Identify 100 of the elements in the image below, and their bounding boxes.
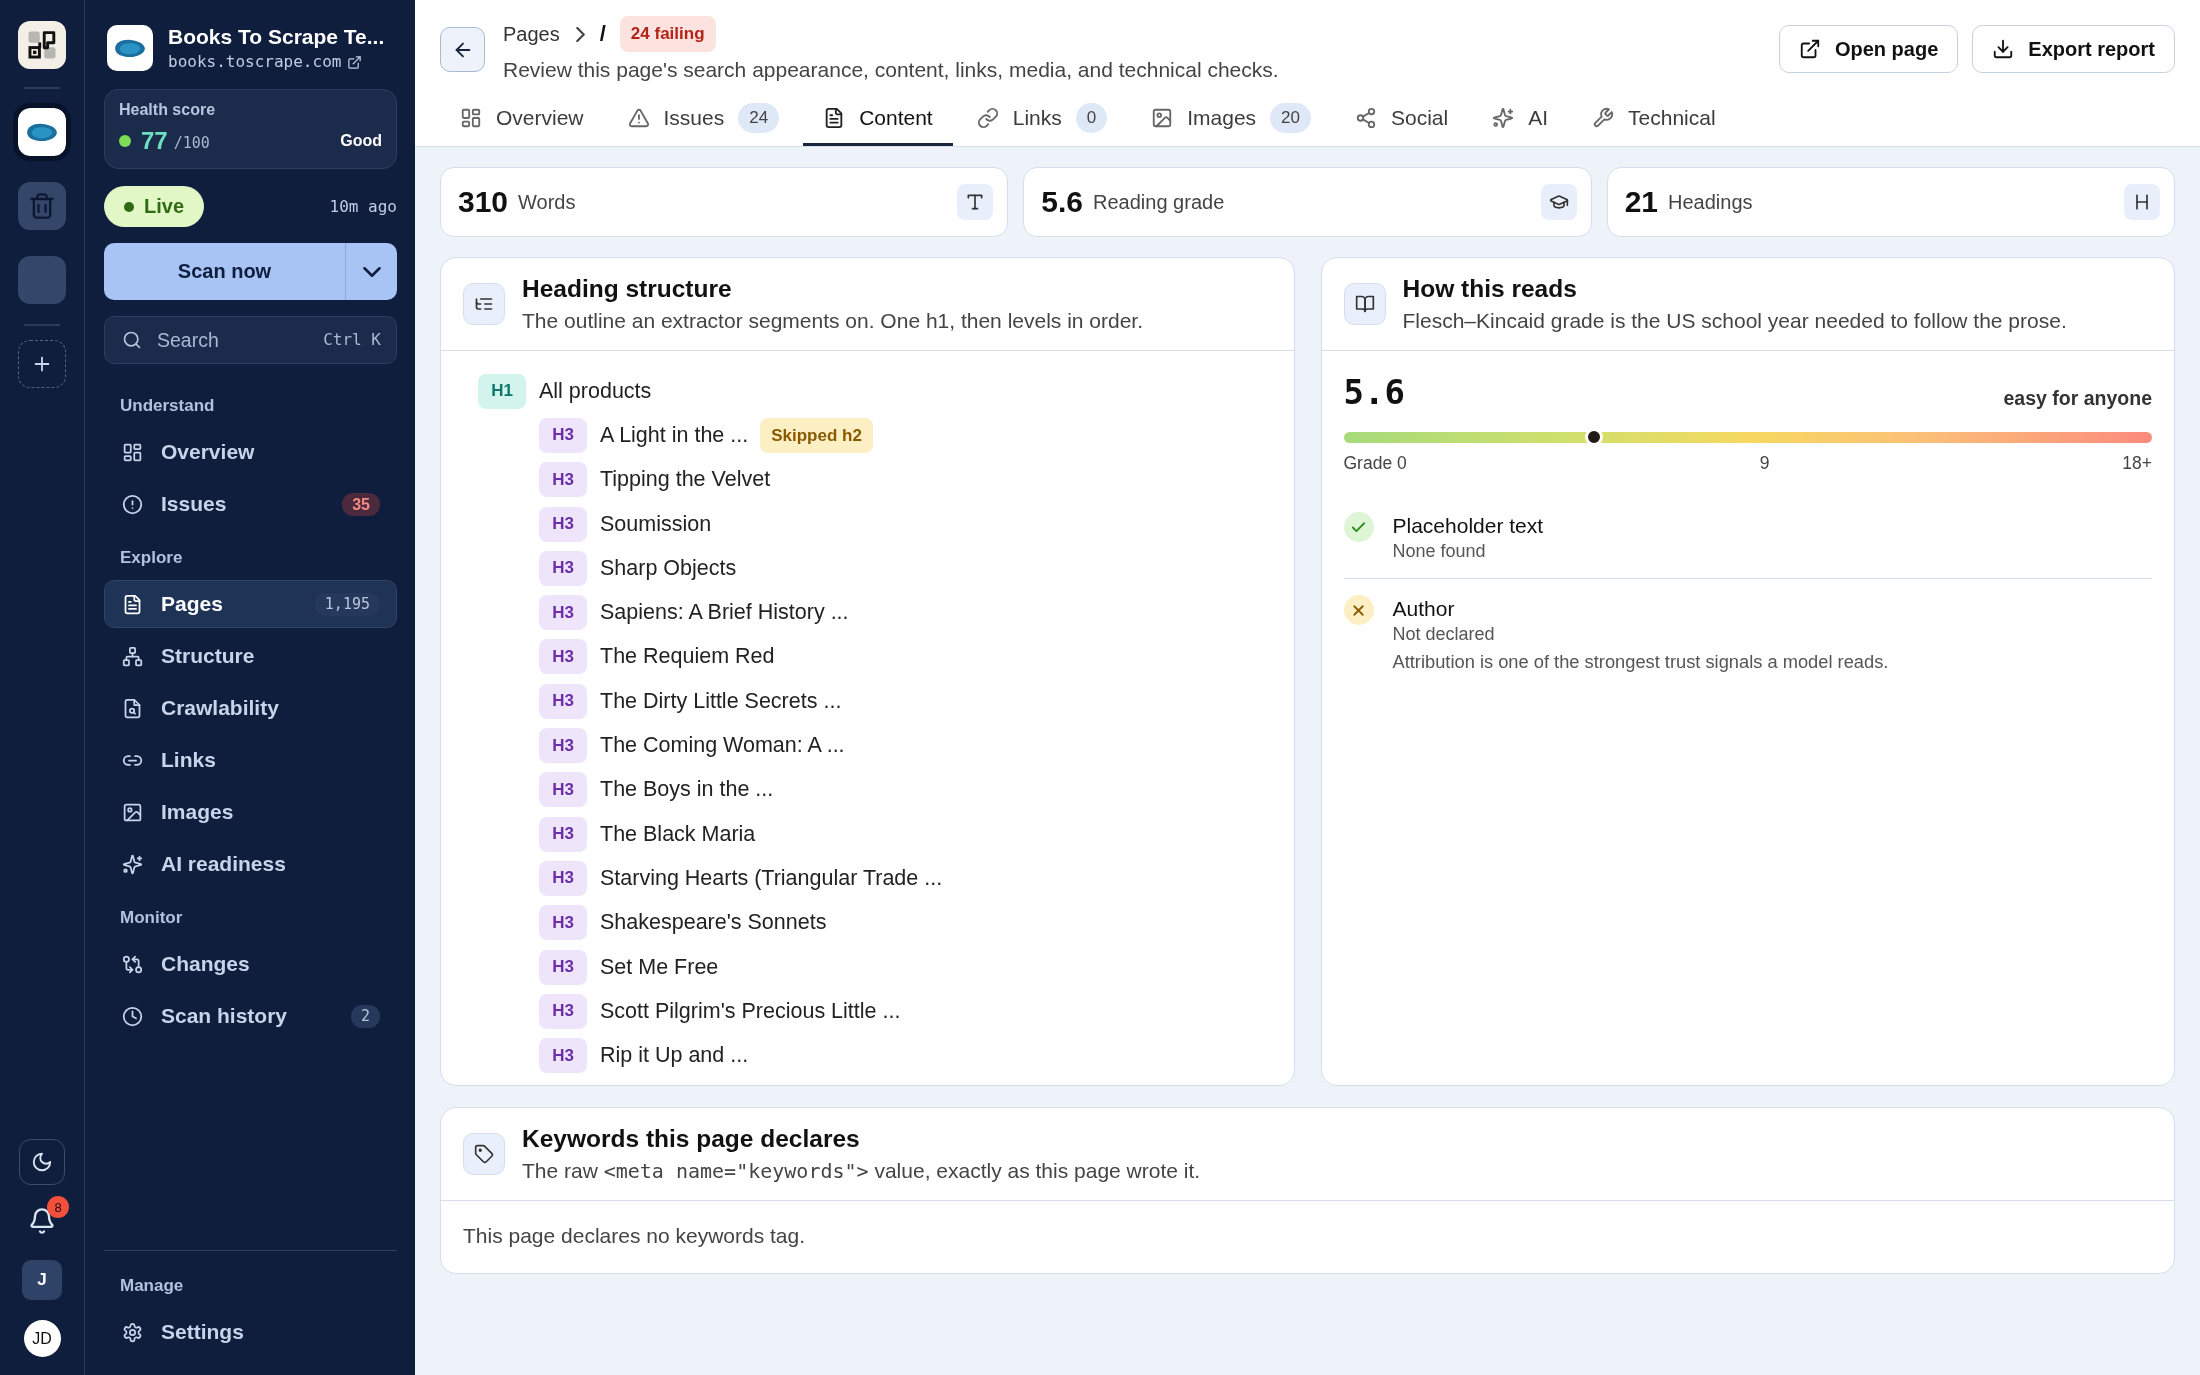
open-page-button[interactable]: Open page (1778, 25, 1959, 73)
external-link-icon (1798, 38, 1821, 60)
export-report-button[interactable]: Export report (1972, 25, 2175, 73)
tab[interactable]: Social (1335, 90, 1469, 146)
site-logo-icon (107, 25, 153, 71)
nav-item[interactable]: Crawlability (104, 684, 397, 732)
nav-item[interactable]: Pages 1,195 (104, 580, 397, 628)
nav-item[interactable]: Overview (104, 428, 397, 476)
nav-item[interactable]: AI readiness (104, 840, 397, 888)
tab[interactable]: Overview (440, 90, 604, 146)
document-icon (122, 593, 143, 615)
nav-item[interactable]: Scan history 2 (104, 992, 397, 1040)
panel-title: How this reads (1402, 274, 1578, 304)
nav-section-heading: Explore (119, 547, 184, 569)
heading-text: Sapiens: A Brief History ... (600, 600, 849, 626)
heading-level-tag: H3 (539, 462, 587, 498)
site-button[interactable] (13, 103, 71, 161)
stat-value: 5.6 (1041, 185, 1084, 219)
warning-icon (627, 107, 650, 129)
graduation-cap-icon (1540, 184, 1577, 220)
user-avatar[interactable]: JD (23, 1320, 61, 1357)
tab-count-badge: 20 (1270, 103, 1311, 133)
nav-item[interactable]: Changes (104, 940, 397, 988)
health-score-label: Health score (119, 101, 217, 119)
tab[interactable]: Technical (1572, 90, 1736, 146)
chevron-right-icon (575, 26, 585, 42)
heading-level-tag: H3 (539, 860, 587, 896)
tag-icon (463, 1133, 505, 1175)
add-site-button[interactable] (18, 340, 66, 388)
nav-section-heading: Understand (119, 395, 216, 417)
external-link-icon (347, 54, 363, 70)
stat-value: 21 (1624, 185, 1659, 219)
settings-icon (122, 1321, 143, 1343)
link-icon (976, 107, 999, 129)
logo-icon[interactable] (18, 21, 66, 69)
heading-text: Scott Pilgrim's Precious Little ... (600, 998, 901, 1024)
health-score-max: /100 (173, 132, 210, 152)
count-badge: 35 (342, 492, 380, 516)
tab[interactable]: Issues 24 (607, 90, 800, 146)
nav-item[interactable]: Structure (104, 632, 397, 680)
bell-icon[interactable] (28, 1207, 56, 1235)
heading-text: The Boys in the ... (600, 777, 774, 803)
heading-level-tag: H3 (539, 772, 587, 808)
heading-text: Sharp Objects (600, 555, 737, 581)
breadcrumb-link[interactable]: Pages (503, 22, 560, 46)
heading-level-tag: H3 (539, 1038, 587, 1074)
grid-icon (122, 441, 143, 463)
tab[interactable]: Links 0 (956, 90, 1128, 146)
panel-subtitle: The outline an extractor segments on. One h1, then levels in order. (522, 308, 1144, 334)
nav-item[interactable]: Images (104, 788, 397, 836)
check-result: Not declared (1392, 623, 1496, 645)
list-tree-icon (463, 283, 505, 325)
heading-text: All products (539, 378, 652, 404)
scale-label: 18+ (2122, 452, 2152, 474)
tab[interactable]: AI (1472, 90, 1569, 146)
stat-label: Headings (1668, 190, 1753, 214)
nav-item[interactable]: Settings (104, 1308, 397, 1356)
site-title: Books To Scrape Te... (168, 24, 385, 50)
heading-text: The Black Maria (600, 821, 756, 847)
download-icon (1992, 38, 2015, 60)
theme-toggle-button[interactable] (19, 1139, 65, 1185)
health-rating: Good (340, 132, 382, 150)
sparkle-icon (122, 853, 143, 875)
text-icon (957, 184, 994, 220)
failing-count-badge: 24 failing (619, 16, 716, 52)
nav-item[interactable]: Links (104, 736, 397, 784)
moon-icon (31, 1151, 53, 1173)
count-badge: 2 (350, 1004, 380, 1028)
heading-level-tag: H3 (539, 639, 587, 675)
breadcrumb-current: / (599, 21, 606, 47)
scale-label: 9 (1759, 452, 1770, 474)
heading-level-tag: H3 (539, 949, 587, 985)
back-button[interactable] (440, 27, 485, 72)
heading-level-tag: H3 (539, 417, 587, 453)
nav-item[interactable]: Issues 35 (104, 480, 397, 528)
check-label: Placeholder text (1392, 513, 1544, 539)
stat-label: Reading grade (1093, 190, 1225, 214)
tab[interactable]: Content (803, 90, 953, 146)
wrench-icon (1592, 107, 1615, 129)
health-score-value: 77 (141, 127, 168, 155)
stat-value: 310 (458, 185, 509, 219)
caret-icon (362, 266, 381, 277)
clock-icon (122, 1005, 143, 1027)
tab-count-badge: 0 (1075, 103, 1108, 133)
tab-count-badge: 24 (738, 103, 780, 133)
heading-level-tag: H3 (539, 550, 587, 586)
sparkle-icon (1492, 107, 1515, 129)
heading-icon (2124, 184, 2160, 220)
empty-state-text: This page declares no keywords tag. (462, 1223, 807, 1249)
workspace-button[interactable]: J (22, 1260, 62, 1300)
heading-text: Tipping the Velvet (600, 467, 771, 493)
search-icon (122, 330, 142, 350)
heading-text: The Dirty Little Secrets ... (600, 688, 842, 714)
scan-now-button[interactable]: Scan now (104, 243, 345, 300)
tab[interactable]: Images 20 (1131, 90, 1331, 146)
check-result: None found (1392, 540, 1487, 562)
site-logo-icon (26, 121, 58, 143)
site-domain-link[interactable]: books.toscrape.com (168, 52, 385, 72)
scan-options-button[interactable] (345, 243, 397, 300)
heading-level-tag: H3 (539, 728, 587, 763)
